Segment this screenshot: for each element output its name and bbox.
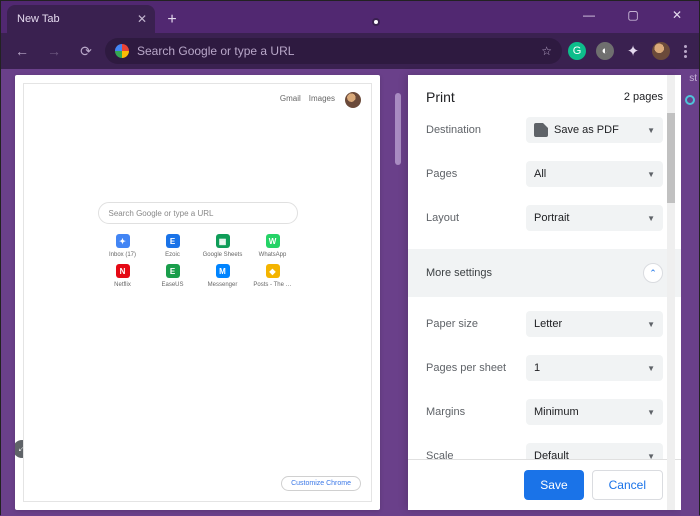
page-edge: st	[681, 69, 699, 516]
pages-per-sheet-select[interactable]: 1▼	[526, 355, 663, 381]
customize-chrome-button: Customize Chrome	[281, 476, 361, 491]
shortcut-label: Netflix	[114, 282, 131, 288]
maximize-button[interactable]: ▢	[611, 1, 655, 29]
shortcut-item: N Netflix	[98, 264, 148, 288]
shortcut-label: Inbox (17)	[109, 252, 136, 258]
chevron-down-icon: ▼	[647, 170, 655, 179]
margins-label: Margins	[426, 406, 526, 418]
shortcut-icon: E	[166, 264, 180, 278]
window-controls: — ▢ ✕	[567, 1, 699, 29]
preview-avatar	[345, 92, 361, 108]
print-dialog: Print 2 pages Destination Save as PDF▼ P…	[408, 75, 681, 510]
cancel-button[interactable]: Cancel	[592, 470, 663, 500]
shortcut-icon: ✦	[116, 234, 130, 248]
chevron-down-icon: ▼	[647, 214, 655, 223]
minimize-button[interactable]: —	[567, 1, 611, 29]
destination-select[interactable]: Save as PDF▼	[526, 117, 663, 143]
shortcut-label: Ezoic	[165, 252, 180, 258]
chrome-menu-button[interactable]	[680, 45, 691, 58]
shortcut-icon: E	[166, 234, 180, 248]
shortcut-item: M Messenger	[198, 264, 248, 288]
pages-select[interactable]: All▼	[526, 161, 663, 187]
margins-select[interactable]: Minimum▼	[526, 399, 663, 425]
preview-shortcuts: ✦ Inbox (17) E Ezoic ▦ Google Sheets W WhatsApp…	[98, 234, 298, 288]
tab-title: New Tab	[17, 13, 60, 25]
address-bar: ← → ⟳ Search Google or type a URL ☆ G ◐ …	[1, 33, 699, 69]
preview-header-links: Gmail Images	[280, 94, 335, 103]
destination-label: Destination	[426, 124, 526, 136]
chevron-down-icon: ▼	[647, 364, 655, 373]
shortcut-label: EaseUS	[161, 282, 183, 288]
paper-size-select[interactable]: Letter▼	[526, 311, 663, 337]
scale-label: Scale	[426, 450, 526, 459]
forward-button: →	[41, 38, 67, 64]
close-window-button[interactable]: ✕	[655, 1, 699, 29]
shortcut-item: ▦ Google Sheets	[198, 234, 248, 258]
images-link: Images	[309, 94, 335, 103]
save-button[interactable]: Save	[524, 470, 583, 500]
scale-select[interactable]: Default▼	[526, 443, 663, 459]
shortcut-item: E EaseUS	[148, 264, 198, 288]
print-title: Print	[426, 89, 455, 105]
edge-badge-icon	[685, 95, 695, 105]
pages-per-sheet-label: Pages per sheet	[426, 362, 526, 374]
extension-icons: G ◐ ✦	[568, 42, 691, 60]
back-button[interactable]: ←	[9, 38, 35, 64]
scrollbar-thumb[interactable]	[395, 93, 401, 165]
new-tab-button[interactable]: +	[159, 7, 185, 33]
print-preview-pane: ⤢ Gmail Images Search Google or type a U…	[15, 75, 380, 510]
chevron-down-icon: ▼	[647, 408, 655, 417]
chevron-down-icon: ▼	[647, 320, 655, 329]
more-settings-toggle[interactable]: More settings ⌃	[408, 249, 681, 297]
reload-button[interactable]: ⟳	[73, 38, 99, 64]
google-icon	[115, 44, 129, 58]
shortcut-item: W WhatsApp	[248, 234, 298, 258]
content-area: ⤢ Gmail Images Search Google or type a U…	[1, 69, 699, 516]
extensions-puzzle-icon[interactable]: ✦	[624, 42, 642, 60]
shortcut-label: Google Sheets	[203, 252, 243, 258]
omnibox[interactable]: Search Google or type a URL ☆	[105, 38, 562, 64]
star-icon[interactable]: ☆	[541, 44, 552, 58]
shortcut-icon: N	[116, 264, 130, 278]
shortcut-label: Messenger	[208, 282, 238, 288]
shortcut-icon: ◆	[266, 264, 280, 278]
shortcut-item: E Ezoic	[148, 234, 198, 258]
chevron-up-icon: ⌃	[643, 263, 663, 283]
record-icon	[372, 18, 380, 26]
chevron-down-icon: ▼	[647, 126, 655, 135]
chevron-down-icon: ▼	[647, 452, 655, 460]
window-titlebar: New Tab ✕ + — ▢ ✕	[1, 1, 699, 33]
grammarly-icon[interactable]: G	[568, 42, 586, 60]
shortcut-item: ✦ Inbox (17)	[98, 234, 148, 258]
omnibox-placeholder: Search Google or type a URL	[137, 44, 294, 58]
panel-scrollbar[interactable]	[667, 75, 675, 510]
shortcut-icon: ▦	[216, 234, 230, 248]
shortcut-label: WhatsApp	[259, 252, 287, 258]
profile-avatar[interactable]	[652, 42, 670, 60]
edge-text: st	[689, 73, 697, 84]
layout-select[interactable]: Portrait▼	[526, 205, 663, 231]
shortcut-icon: W	[266, 234, 280, 248]
page-count: 2 pages	[624, 91, 663, 103]
close-icon[interactable]: ✕	[137, 12, 147, 26]
preview-scrollbar-area	[380, 75, 408, 510]
shortcut-item: ◆ Posts - The …	[248, 264, 298, 288]
preview-page: Gmail Images Search Google or type a URL…	[23, 83, 372, 502]
layout-label: Layout	[426, 212, 526, 224]
paper-size-label: Paper size	[426, 318, 526, 330]
pdf-icon	[534, 123, 548, 137]
preview-search: Search Google or type a URL	[98, 202, 298, 224]
shortcut-label: Posts - The …	[253, 282, 291, 288]
shortcut-icon: M	[216, 264, 230, 278]
gmail-link: Gmail	[280, 94, 301, 103]
browser-tab[interactable]: New Tab ✕	[7, 5, 155, 33]
extension-icon[interactable]: ◐	[596, 42, 614, 60]
pages-label: Pages	[426, 168, 526, 180]
